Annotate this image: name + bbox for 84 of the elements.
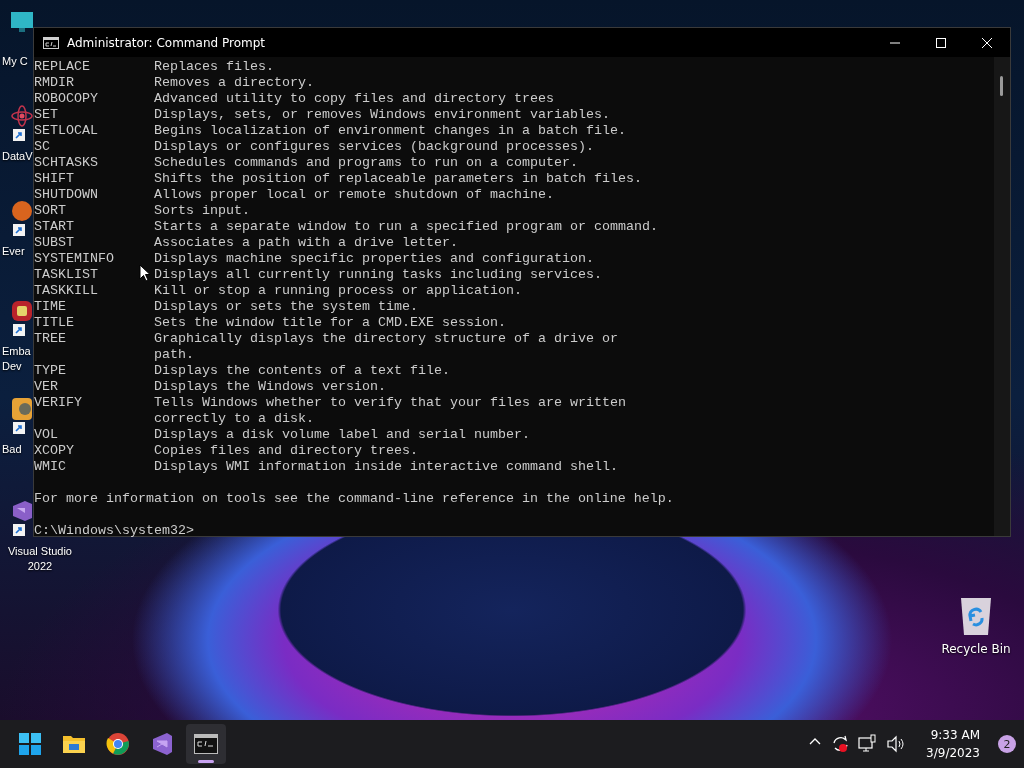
desktop-icon-label[interactable]: Bad: [0, 442, 33, 457]
command-name: VERIFY: [34, 395, 82, 410]
infinity-logo-icon[interactable]: [11, 500, 33, 522]
command-description: Displays or sets the system time.: [154, 299, 418, 315]
monitor-network-icon[interactable]: [858, 734, 879, 754]
desktop-icon-label[interactable]: My C: [0, 54, 33, 69]
command-name: TASKKILL: [34, 283, 98, 298]
round-app-icon[interactable]: [11, 200, 33, 222]
command-description: Associates a path with a drive letter.: [154, 235, 458, 251]
speaker-icon[interactable]: [886, 734, 907, 754]
command-description: Displays a disk volume label and serial number.: [154, 427, 530, 443]
desktop-icon-label[interactable]: DataV: [0, 149, 33, 164]
command-name: SC: [34, 139, 50, 154]
command-name: RMDIR: [34, 75, 74, 90]
desktop-icon-label[interactable]: Ever: [0, 244, 33, 259]
command-description: Starts a separate window to run a specified program or command.: [154, 219, 658, 235]
command-description: Graphically displays the directory structure of a drive or: [154, 331, 618, 347]
recycle-bin-label[interactable]: Recycle Bin: [941, 642, 1011, 656]
command-description: Sets the window title for a CMD.EXE session.: [154, 315, 506, 331]
close-icon: [982, 37, 992, 48]
windows-logo-icon: [18, 732, 42, 756]
game-character-icon[interactable]: [11, 398, 33, 420]
command-description: Begins localization of environment changes in a batch file.: [154, 123, 626, 139]
command-description: Displays, sets, or removes Windows environment variables.: [154, 107, 610, 123]
command-name: SHIFT: [34, 171, 74, 186]
console-icon: [194, 732, 218, 756]
monitor-icon[interactable]: [11, 10, 33, 32]
command-description: Schedules commands and programs to run on a computer.: [154, 155, 578, 171]
command-name: SCHTASKS: [34, 155, 98, 170]
mouse-pointer-icon: [139, 264, 151, 282]
window-title: Administrator: Command Prompt: [67, 35, 266, 50]
command-name: TYPE: [34, 363, 66, 378]
command-name: SYSTEMINFO: [34, 251, 114, 266]
running-indicator: [198, 760, 214, 763]
command-description: path.: [154, 347, 194, 363]
notification-badge[interactable]: 2: [998, 735, 1016, 753]
command-name: XCOPY: [34, 443, 74, 458]
command-description: Allows proper local or remote shutdown of machine.: [154, 187, 554, 203]
desktop-icon-label[interactable]: Visual Studio 2022: [0, 544, 78, 574]
atom-icon[interactable]: [11, 105, 33, 127]
command-description: Displays all currently running tasks including services.: [154, 267, 602, 283]
command-name: SUBST: [34, 235, 74, 250]
command-description: Displays or configures services (background processes).: [154, 139, 594, 155]
command-prompt: C:\Windows\system32>: [34, 523, 195, 539]
command-name: TREE: [34, 331, 66, 346]
clock[interactable]: 9:33 AM 3/9/2023: [926, 726, 980, 762]
command-name: REPLACE: [34, 59, 90, 74]
command-description: correctly to a disk.: [154, 411, 314, 427]
taskbar-app[interactable]: [186, 724, 226, 764]
clock-time: 9:33 AM: [929, 727, 980, 744]
command-name: SETLOCAL: [34, 123, 98, 138]
command-name: SORT: [34, 203, 66, 218]
command-name: SET: [34, 107, 58, 122]
command-description: Replaces files.: [154, 59, 274, 75]
command-description: Advanced utility to copy files and directory trees: [154, 91, 554, 107]
command-description: Removes a directory.: [154, 75, 314, 91]
scrollbar[interactable]: [994, 57, 1010, 536]
square-app-icon[interactable]: [11, 300, 33, 322]
scrollbar-thumb[interactable]: [1000, 76, 1003, 96]
command-name: SHUTDOWN: [34, 187, 98, 202]
command-description: Tells Windows whether to verify that your files are written: [154, 395, 626, 411]
command-name: VOL: [34, 427, 58, 442]
command-name: VER: [34, 379, 58, 394]
command-description: Displays WMI information inside interactive command shell.: [154, 459, 618, 475]
command-description: Displays the Windows version.: [154, 379, 386, 395]
command-description: Shifts the position of replaceable parameters in batch files.: [154, 171, 642, 187]
command-description: Kill or stop a running process or application.: [154, 283, 522, 299]
command-name: ROBOCOPY: [34, 91, 98, 106]
command-name: TIME: [34, 299, 66, 314]
console-app-icon: [43, 36, 59, 49]
command-description: Copies files and directory trees.: [154, 443, 418, 459]
desktop-icon-label[interactable]: Emba Dev: [0, 344, 33, 374]
infinity-logo-icon: [150, 732, 174, 756]
command-name: WMIC: [34, 459, 66, 474]
command-name: TASKLIST: [34, 267, 98, 282]
command-description: Sorts input.: [154, 203, 250, 219]
command-name: TITLE: [34, 315, 74, 330]
maximize-icon: [936, 37, 946, 48]
browser-logo-icon: [106, 732, 130, 756]
command-description: Displays machine specific properties and configuration.: [154, 251, 594, 267]
clock-date: 3/9/2023: [926, 745, 980, 762]
command-description: Displays the contents of a text file.: [154, 363, 450, 379]
command-name: START: [34, 219, 74, 234]
help-text: For more information on tools see the command-line reference in the online help.: [34, 491, 675, 507]
